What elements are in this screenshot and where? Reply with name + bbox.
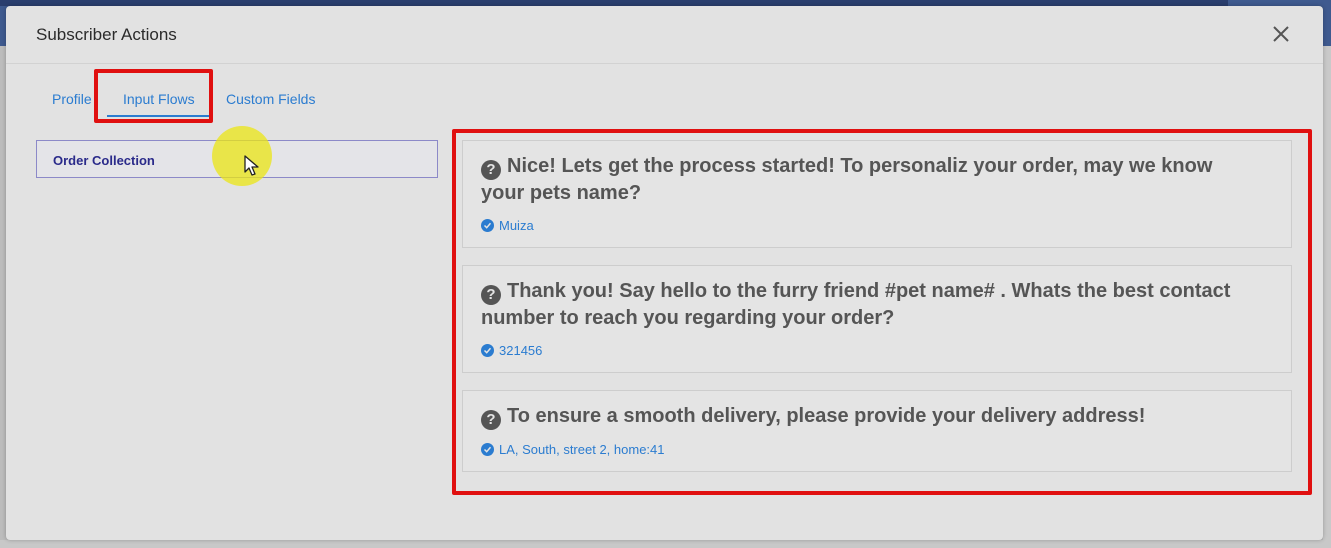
modal-header: Subscriber Actions <box>6 6 1323 64</box>
modal-title: Subscriber Actions <box>36 25 177 44</box>
close-icon <box>1273 26 1289 42</box>
background-bottom <box>0 540 1331 548</box>
mouse-cursor-icon <box>244 155 259 176</box>
qa-panel-highlight-box <box>452 129 1312 495</box>
tab-profile[interactable]: Profile <box>52 91 92 107</box>
tab-custom-fields[interactable]: Custom Fields <box>226 91 315 107</box>
tab-highlight-box <box>94 69 213 123</box>
cursor-highlight <box>212 126 272 186</box>
close-button[interactable] <box>1269 22 1293 46</box>
flow-item-label: Order Collection <box>53 153 155 168</box>
subscriber-actions-modal: Subscriber Actions Profile Input Flows C… <box>6 6 1323 540</box>
background-edge <box>1323 46 1331 540</box>
